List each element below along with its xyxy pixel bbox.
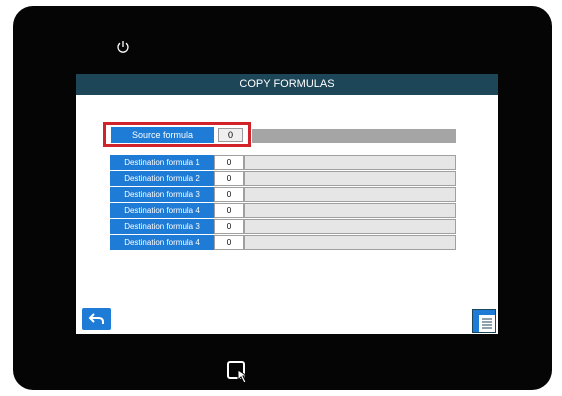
destination-row: Destination formula 4 0 bbox=[110, 235, 456, 250]
source-formula-label: Source formula bbox=[111, 127, 214, 143]
destination-formula-input[interactable]: 0 bbox=[214, 187, 244, 202]
destination-formula-label: Destination formula 3 bbox=[110, 187, 214, 202]
destination-formula-input[interactable]: 0 bbox=[214, 203, 244, 218]
destination-formula-label: Destination formula 3 bbox=[110, 219, 214, 234]
destination-formula-name-bar bbox=[244, 187, 456, 202]
destination-row: Destination formula 3 0 bbox=[110, 187, 456, 202]
touch-icon[interactable] bbox=[226, 360, 256, 385]
destination-row: Destination formula 3 0 bbox=[110, 219, 456, 234]
source-formula-name-bar bbox=[252, 129, 456, 143]
destination-formula-input[interactable]: 0 bbox=[214, 219, 244, 234]
destination-formula-label: Destination formula 4 bbox=[110, 235, 214, 250]
destination-formula-list: Destination formula 1 0 Destination form… bbox=[110, 155, 456, 251]
destination-formula-label: Destination formula 4 bbox=[110, 203, 214, 218]
screen-title: COPY FORMULAS bbox=[76, 74, 498, 95]
destination-formula-input[interactable]: 0 bbox=[214, 155, 244, 170]
back-button[interactable] bbox=[82, 308, 111, 330]
menu-icon[interactable] bbox=[472, 309, 496, 333]
destination-formula-label: Destination formula 1 bbox=[110, 155, 214, 170]
destination-formula-name-bar bbox=[244, 203, 456, 218]
destination-formula-name-bar bbox=[244, 171, 456, 186]
destination-formula-input[interactable]: 0 bbox=[214, 171, 244, 186]
destination-formula-input[interactable]: 0 bbox=[214, 235, 244, 250]
destination-formula-name-bar bbox=[244, 155, 456, 170]
back-arrow-icon bbox=[88, 313, 104, 324]
source-formula-input[interactable]: 0 bbox=[218, 128, 243, 142]
destination-formula-name-bar bbox=[244, 219, 456, 234]
destination-row: Destination formula 2 0 bbox=[110, 171, 456, 186]
destination-row: Destination formula 4 0 bbox=[110, 203, 456, 218]
destination-row: Destination formula 1 0 bbox=[110, 155, 456, 170]
destination-formula-label: Destination formula 2 bbox=[110, 171, 214, 186]
hmi-screen: COPY FORMULAS Source formula 0 Destinati… bbox=[76, 74, 498, 334]
power-icon[interactable] bbox=[115, 39, 131, 55]
destination-formula-name-bar bbox=[244, 235, 456, 250]
